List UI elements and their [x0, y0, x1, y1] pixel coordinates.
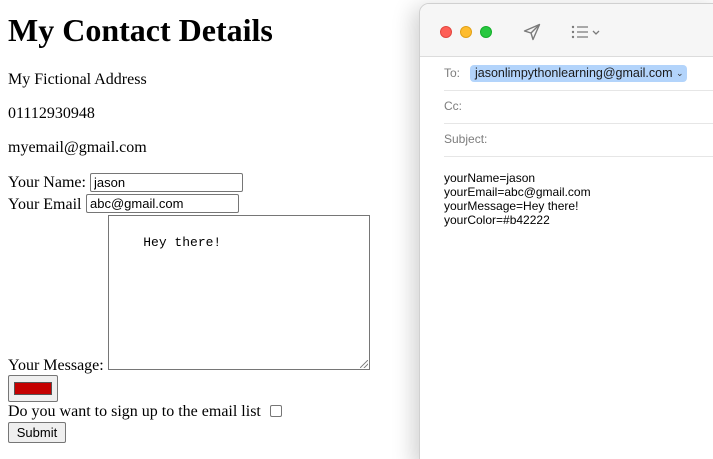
- paper-plane-icon[interactable]: [522, 22, 542, 42]
- signup-checkbox[interactable]: [270, 405, 282, 417]
- phone-text: 01112930948: [8, 105, 95, 122]
- minimize-window-button[interactable]: [460, 26, 472, 38]
- mail-toolbar: [420, 4, 713, 57]
- to-row[interactable]: To: jasonlimpythonlearning@gmail.com ⌄: [444, 57, 713, 91]
- body-line: yourEmail=abc@gmail.com: [444, 185, 591, 199]
- cc-row[interactable]: Cc:: [444, 90, 713, 124]
- body-line: yourColor=#b42222: [444, 213, 550, 227]
- zoom-window-button[interactable]: [480, 26, 492, 38]
- list-chevron-icon[interactable]: [570, 23, 604, 41]
- mail-compose-window: To: jasonlimpythonlearning@gmail.com ⌄ C…: [419, 3, 713, 459]
- resize-grip-icon[interactable]: [360, 360, 368, 368]
- color-picker[interactable]: [8, 375, 58, 402]
- contact-page: My Contact Details My Fictional Address …: [8, 0, 418, 459]
- name-label: Your Name:: [8, 174, 86, 191]
- to-label: To:: [444, 66, 461, 80]
- message-textarea[interactable]: Hey there!: [108, 215, 370, 370]
- signup-label: Do you want to sign up to the email list: [8, 403, 261, 420]
- body-line: yourMessage=Hey there!: [444, 199, 579, 213]
- address-text: My Fictional Address: [8, 71, 147, 88]
- mail-body[interactable]: yourName=jason yourEmail=abc@gmail.com y…: [444, 171, 713, 227]
- color-swatch: [14, 382, 52, 395]
- email-input[interactable]: [86, 194, 239, 213]
- subject-row[interactable]: Subject:: [444, 123, 713, 157]
- email-label: Your Email: [8, 196, 82, 213]
- message-text: Hey there!: [143, 235, 222, 250]
- chevron-down-icon: ⌄: [675, 68, 684, 78]
- close-window-button[interactable]: [440, 26, 452, 38]
- message-label: Your Message:: [8, 357, 104, 374]
- submit-button[interactable]: Submit: [8, 422, 66, 443]
- email-text: myemail@gmail.com: [8, 139, 147, 156]
- cc-label: Cc:: [444, 99, 462, 113]
- page-title: My Contact Details: [8, 12, 273, 48]
- recipient-chip[interactable]: jasonlimpythonlearning@gmail.com ⌄: [470, 65, 687, 82]
- body-line: yourName=jason: [444, 171, 536, 185]
- subject-label: Subject:: [444, 132, 488, 146]
- recipient-address: jasonlimpythonlearning@gmail.com: [475, 66, 673, 80]
- name-input[interactable]: [90, 173, 243, 192]
